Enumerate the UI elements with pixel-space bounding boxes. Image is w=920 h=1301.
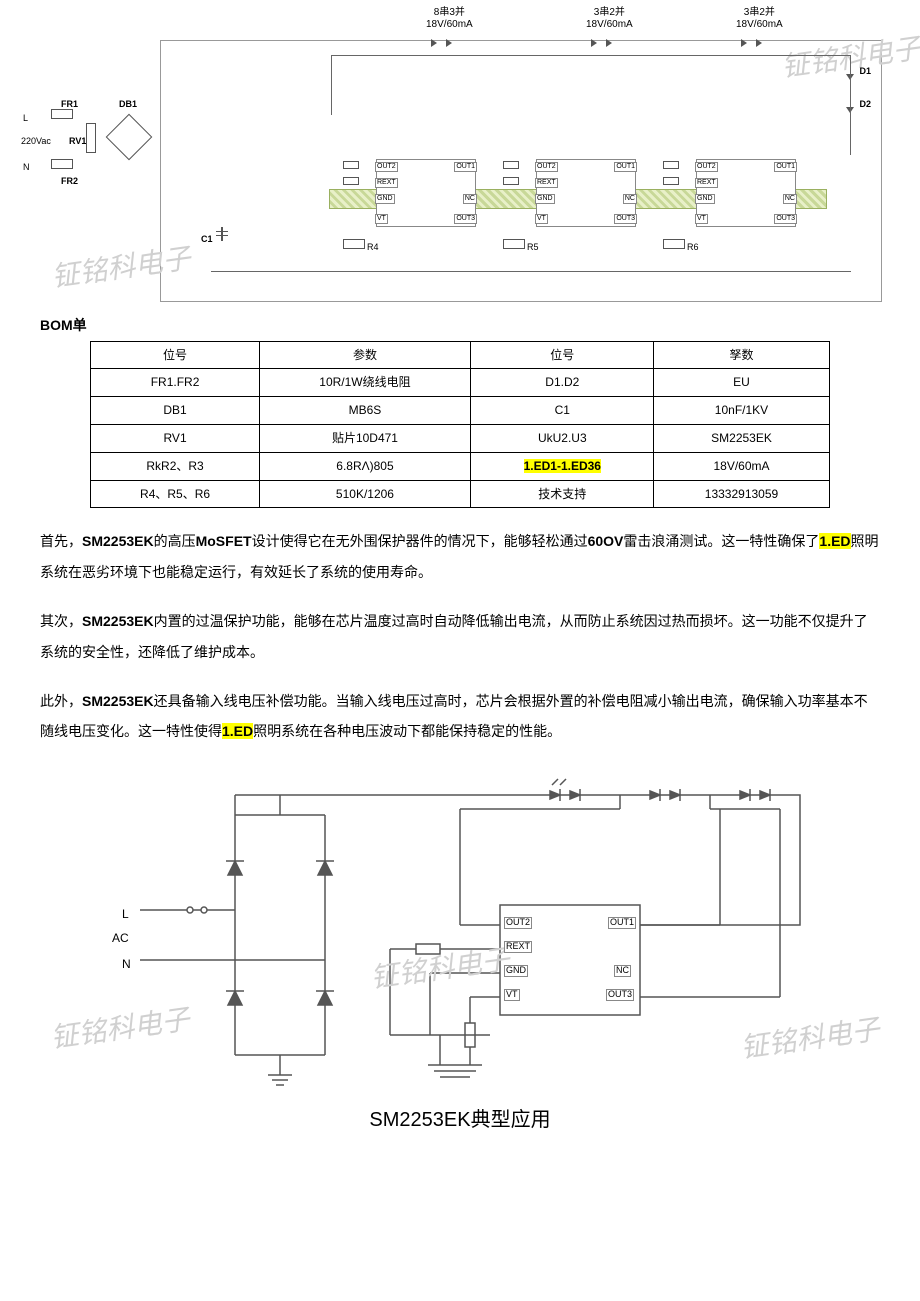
ic-u3: OUT2 OUT1 REXT NC GND VT OUT3: [696, 159, 796, 227]
table-row: FR1.FR210R/1W绕线电阻D1.D2EU: [91, 369, 829, 397]
l-terminal: L: [23, 110, 28, 127]
l-terminal: L: [122, 903, 129, 926]
led-icon: [741, 39, 747, 47]
table-row: RkR2、R36.8RΛ)8051.ED1-1.ED3618V/60mA: [91, 452, 829, 480]
pin-nc: NC: [614, 965, 631, 977]
resistor-icon: [503, 161, 519, 169]
col-param-2: 孥数: [654, 341, 829, 369]
schematic-typical-app: 钲铭科电子 钲铭科电子 钲铭科电子: [80, 765, 840, 1095]
led-icon: [756, 39, 762, 47]
r5-label: R5: [527, 239, 539, 256]
d2-label: D2: [859, 96, 871, 113]
ac-input-label: 220Vac: [21, 133, 51, 150]
led-icon: [591, 39, 597, 47]
resistor-icon: [343, 177, 359, 185]
pin-out3: OUT3: [606, 989, 634, 1001]
bridge-rectifier-icon: [99, 107, 159, 167]
resistor-icon: [503, 239, 525, 249]
schematic-caption: SM2253EK典型应用: [40, 1101, 880, 1139]
paragraph-2: 其次，SM2253EK内置的过温保护功能，能够在芯片温度过高时自动降低输出电流，…: [40, 606, 880, 668]
pin-out2: OUT2: [504, 917, 532, 929]
resistor-icon: [663, 161, 679, 169]
r4-label: R4: [367, 239, 379, 256]
n-terminal: N: [122, 953, 131, 976]
schematic-top: 钲铭科电子 钲铭科电子 8串3并 18V/60mA 3串2并 18V/60mA …: [160, 40, 882, 302]
c1-label: C1: [201, 231, 213, 248]
schematic-svg: [80, 765, 840, 1095]
pin-vt: VT: [504, 989, 520, 1001]
pin-rext: REXT: [504, 941, 532, 953]
led-icon: [431, 39, 437, 47]
n-terminal: N: [23, 159, 30, 176]
table-row: RV1贴片10D471UkU2.U3SM2253EK: [91, 424, 829, 452]
d1-label: D1: [859, 63, 871, 80]
resistor-icon: [663, 239, 685, 249]
rv1-label: RV1: [69, 133, 86, 150]
paragraph-3: 此外，SM2253EK还具备输入线电压补偿功能。当输入线电压过高时，芯片会根据外…: [40, 686, 880, 748]
led-strip-2-label: 3串2并 18V/60mA: [586, 7, 633, 31]
paragraph-1: 首先，SM2253EK的高压MoSFET设计使得它在无外围保护器件的情况下，能够…: [40, 526, 880, 588]
table-row: DB1MB6SC110nF/1KV: [91, 397, 829, 425]
ic-u2: OUT2 OUT1 REXT NC GND VT OUT3: [536, 159, 636, 227]
ic-u1: OUT2 OUT1 REXT NC GND VT OUT3: [376, 159, 476, 227]
led-icon: [446, 39, 452, 47]
bom-heading: BOM单: [40, 312, 880, 339]
resistor-icon: [343, 161, 359, 169]
pin-gnd: GND: [504, 965, 528, 977]
led-strip-1-label: 8串3并 18V/60mA: [426, 7, 473, 31]
ac-label: AC: [112, 927, 129, 950]
resistor-icon: [503, 177, 519, 185]
col-ref-1: 位号: [91, 341, 259, 369]
table-row: R4、R5、R6510K/1206技术支持13332913059: [91, 480, 829, 508]
resistor-icon: [51, 109, 73, 119]
resistor-icon: [343, 239, 365, 249]
watermark: 钲铭科电子: [778, 22, 920, 94]
watermark: 钲铭科电子: [48, 232, 194, 304]
table-header-row: 位号 参数 位号 孥数: [91, 341, 829, 369]
pin-out1: OUT1: [608, 917, 636, 929]
col-ref-2: 位号: [471, 341, 654, 369]
r6-label: R6: [687, 239, 699, 256]
resistor-icon: [51, 159, 73, 169]
led-icon: [606, 39, 612, 47]
col-param-1: 参数: [259, 341, 471, 369]
led-strip-3-label: 3串2并 18V/60mA: [736, 7, 783, 31]
fr2-label: FR2: [61, 173, 78, 190]
cell-ed-range: 1.ED1-1.ED36: [471, 452, 654, 480]
bom-table: 位号 参数 位号 孥数 FR1.FR210R/1W绕线电阻D1.D2EU DB1…: [90, 341, 829, 509]
varistor-icon: [86, 123, 96, 153]
resistor-icon: [663, 177, 679, 185]
